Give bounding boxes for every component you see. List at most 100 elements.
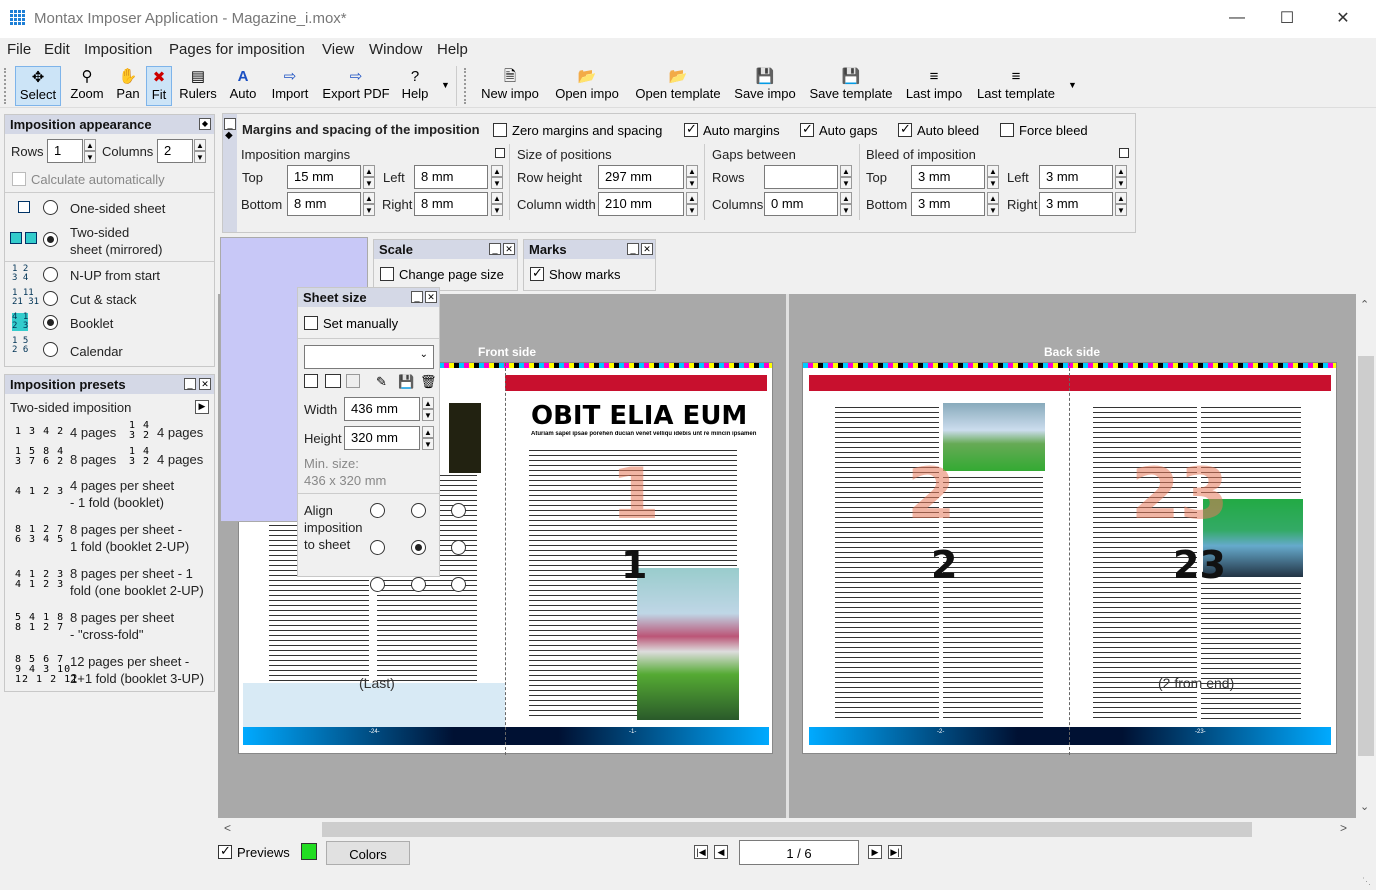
cut-stack-option[interactable]: [43, 291, 58, 306]
auto-button[interactable]: A Auto: [226, 66, 260, 106]
select-button[interactable]: ✥ Select: [15, 66, 61, 106]
col-width-stepper[interactable]: ▲ ▼: [686, 192, 698, 216]
gap-rows-stepper[interactable]: ▲ ▼: [840, 165, 852, 189]
scroll-left-icon[interactable]: <: [224, 821, 231, 835]
edit-icon[interactable]: ✎: [376, 374, 387, 390]
menu-window[interactable]: Window: [369, 41, 422, 58]
menu-help[interactable]: Help: [437, 41, 468, 58]
toolbar-overflow-icon[interactable]: ▼: [441, 80, 450, 90]
last-page-icon[interactable]: ▶|: [888, 845, 902, 859]
align-middle-left-radio[interactable]: [370, 540, 385, 555]
sheet-height-input[interactable]: 320 mm: [344, 426, 420, 450]
columns-input[interactable]: 2: [157, 139, 193, 163]
gap-cols-input[interactable]: 0 mm: [764, 192, 838, 216]
import-button[interactable]: ⇨ Import: [266, 66, 314, 106]
prev-page-icon[interactable]: ◀: [714, 845, 728, 859]
row-height-stepper[interactable]: ▲ ▼: [686, 165, 698, 189]
resize-grip-icon[interactable]: ⋱: [1362, 876, 1371, 887]
close-panel-icon[interactable]: ✕: [199, 378, 211, 390]
panel-dock-icon[interactable]: ◆: [199, 118, 211, 130]
bleed-left-stepper[interactable]: ▲ ▼: [1115, 165, 1127, 189]
save-template-button[interactable]: 💾 Save template: [806, 66, 896, 106]
sheet-height-stepper[interactable]: ▲ ▼: [422, 426, 434, 450]
bleed-bottom-stepper[interactable]: ▲ ▼: [987, 192, 999, 216]
auto-margins-checkbox[interactable]: Auto margins: [684, 121, 780, 138]
vertical-scrollbar[interactable]: ⌃ ⌄: [1356, 294, 1376, 818]
margin-right-stepper[interactable]: ▲ ▼: [491, 192, 503, 216]
save-icon[interactable]: 💾: [398, 374, 414, 390]
save-impo-button[interactable]: 💾 Save impo: [732, 66, 798, 106]
margin-right-input[interactable]: 8 mm: [414, 192, 488, 216]
back-sheet[interactable]: 2 23 2 23 (2 from end) -2- -23-: [802, 362, 1337, 755]
calendar-option[interactable]: [43, 342, 58, 357]
close-panel-icon[interactable]: ✕: [425, 291, 437, 303]
minimize-panel-icon[interactable]: _: [411, 291, 423, 303]
margin-top-stepper[interactable]: ▲ ▼: [363, 165, 375, 189]
zero-margins-checkbox[interactable]: Zero margins and spacing: [493, 123, 662, 138]
bleed-right-stepper[interactable]: ▲ ▼: [1115, 192, 1127, 216]
scroll-right-icon[interactable]: >: [1340, 821, 1347, 835]
open-impo-button[interactable]: 📂 Open impo: [551, 66, 623, 106]
horizontal-scrollbar[interactable]: < >: [218, 818, 1356, 840]
minimize-panel-icon[interactable]: _: [489, 243, 501, 255]
rulers-button[interactable]: ▤ Rulers: [176, 66, 220, 106]
row-height-input[interactable]: 297 mm: [598, 165, 684, 189]
margin-top-input[interactable]: 15 mm: [287, 165, 361, 189]
align-center-radio[interactable]: [410, 540, 426, 555]
gap-cols-stepper[interactable]: ▲ ▼: [840, 192, 852, 216]
close-button[interactable]: ✕: [1320, 0, 1366, 36]
toolbar-grip[interactable]: [464, 68, 468, 104]
columns-stepper[interactable]: ▲ ▼: [194, 139, 206, 163]
previews-checkbox[interactable]: Previews: [218, 843, 290, 860]
scroll-thumb[interactable]: [322, 822, 1252, 837]
sheet-width-input[interactable]: 436 mm: [344, 397, 420, 421]
bleed-bottom-input[interactable]: 3 mm: [911, 192, 985, 216]
export-pdf-button[interactable]: ⇨ Export PDF: [320, 66, 392, 106]
page-indicator[interactable]: 1 / 6: [739, 840, 859, 865]
close-panel-icon[interactable]: ✕: [503, 243, 515, 255]
maximize-button[interactable]: ☐: [1264, 0, 1310, 36]
toolbar-overflow-icon[interactable]: ▼: [1068, 80, 1077, 90]
close-panel-icon[interactable]: ✕: [641, 243, 653, 255]
margin-bottom-input[interactable]: 8 mm: [287, 192, 361, 216]
calc-auto-checkbox[interactable]: Calculate automatically: [12, 172, 165, 187]
align-top-center-radio[interactable]: [410, 503, 426, 518]
bleed-left-input[interactable]: 3 mm: [1039, 165, 1113, 189]
minimize-panel-icon[interactable]: _: [224, 118, 236, 130]
sheet-width-stepper[interactable]: ▲ ▼: [422, 397, 434, 421]
change-page-size-checkbox[interactable]: Change page size: [380, 267, 504, 282]
col-width-input[interactable]: 210 mm: [598, 192, 684, 216]
bleed-right-input[interactable]: 3 mm: [1039, 192, 1113, 216]
rows-input[interactable]: 1: [47, 139, 83, 163]
next-page-icon[interactable]: ▶: [868, 845, 882, 859]
zoom-button[interactable]: ⚲ Zoom: [66, 66, 108, 106]
toolbar-grip[interactable]: [4, 68, 8, 104]
preset-menu-icon[interactable]: ▶: [195, 400, 209, 414]
margin-bottom-stepper[interactable]: ▲ ▼: [363, 192, 375, 216]
menu-file[interactable]: File: [7, 41, 31, 58]
auto-bleed-checkbox[interactable]: Auto bleed: [898, 121, 979, 138]
booklet-option[interactable]: [43, 315, 58, 330]
bleed-top-stepper[interactable]: ▲ ▼: [987, 165, 999, 189]
dock-icon[interactable]: ◆: [225, 130, 233, 141]
menu-imposition[interactable]: Imposition: [84, 41, 152, 58]
two-sided-option[interactable]: [43, 232, 58, 247]
one-sided-option[interactable]: [43, 200, 58, 215]
fit-button[interactable]: ✖ Fit: [146, 66, 172, 106]
rows-stepper[interactable]: ▲ ▼: [84, 139, 96, 163]
last-impo-button[interactable]: ≡ Last impo: [903, 66, 965, 106]
copy-icon[interactable]: [346, 374, 360, 388]
minimize-button[interactable]: —: [1214, 0, 1260, 36]
last-template-button[interactable]: ≡ Last template: [973, 66, 1059, 106]
lock-icon[interactable]: [1119, 148, 1129, 158]
set-manually-checkbox[interactable]: Set manually: [304, 316, 398, 331]
colors-button[interactable]: Colors: [326, 841, 410, 865]
menu-view[interactable]: View: [322, 41, 354, 58]
landscape-icon[interactable]: [325, 374, 341, 388]
force-bleed-checkbox[interactable]: Force bleed: [1000, 123, 1088, 138]
minimize-panel-icon[interactable]: _: [627, 243, 639, 255]
scroll-thumb[interactable]: [1358, 356, 1374, 756]
pan-button[interactable]: ✋ Pan: [112, 66, 144, 106]
align-bottom-center-radio[interactable]: [410, 577, 426, 592]
scroll-up-icon[interactable]: ⌃: [1360, 298, 1369, 311]
